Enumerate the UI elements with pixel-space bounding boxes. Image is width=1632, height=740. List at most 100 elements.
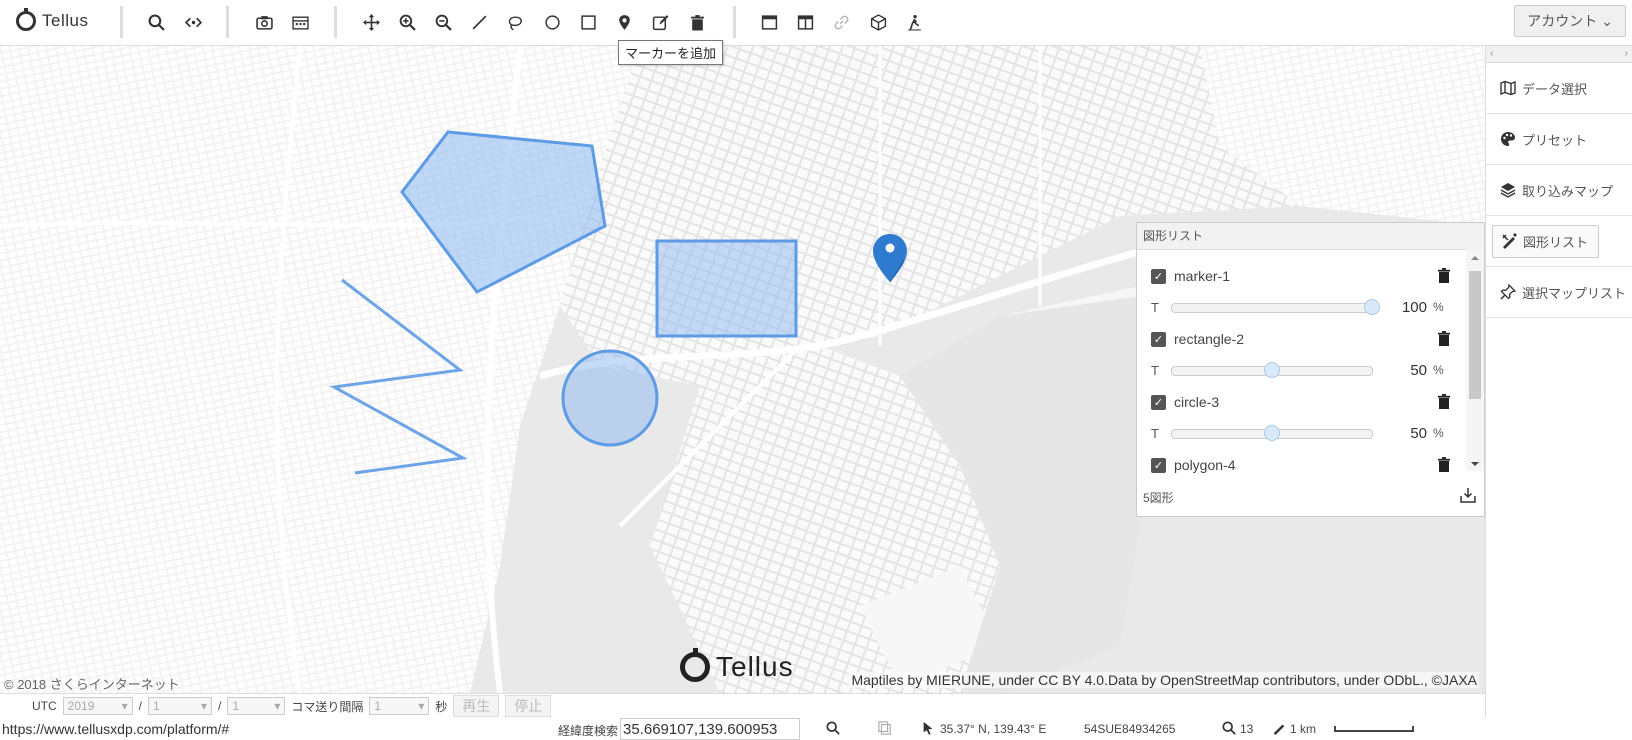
- scroll-up-icon[interactable]: [1466, 253, 1484, 263]
- coord-search-label: 経緯度検索: [558, 724, 619, 738]
- slider-thumb[interactable]: [1264, 425, 1280, 441]
- slider-thumb[interactable]: [1264, 362, 1280, 378]
- shape-name: marker-1: [1174, 268, 1231, 284]
- month-value: 1: [153, 699, 160, 713]
- shape-list-item: ✓ rectangle-2: [1151, 328, 1451, 350]
- trash-icon[interactable]: [1437, 457, 1451, 473]
- toolbar-divider: [120, 6, 123, 38]
- transparency-row: T 100 %: [1151, 296, 1471, 318]
- transparency-value: 50: [1410, 424, 1427, 442]
- single-window-icon[interactable]: [756, 9, 782, 35]
- tellus-logo-text: Tellus: [42, 11, 89, 30]
- visibility-checkbox[interactable]: ✓: [1151, 331, 1166, 347]
- scroll-down-icon[interactable]: [1466, 459, 1484, 469]
- interval-select[interactable]: 1 ▾: [369, 697, 430, 715]
- slider-thumb[interactable]: [1364, 299, 1380, 315]
- trash-icon[interactable]: [1437, 394, 1451, 410]
- delete-shape-icon[interactable]: [684, 9, 710, 35]
- percent-unit: %: [1433, 426, 1444, 440]
- transparency-slider[interactable]: [1171, 425, 1373, 441]
- day-value: 1: [232, 699, 240, 713]
- 3d-cube-icon[interactable]: [865, 9, 891, 35]
- street-view-icon[interactable]: [901, 9, 927, 35]
- zoom-in-icon[interactable]: [394, 9, 420, 35]
- search-icon[interactable]: [826, 721, 840, 735]
- tellus-map-logo-text: Tellus: [716, 651, 794, 682]
- map-attribution[interactable]: Maptiles by MIERUNE, under CC BY 4.0.Dat…: [849, 672, 1479, 688]
- collapse-left-icon[interactable]: ‹: [1490, 46, 1493, 62]
- month-select[interactable]: 1 ▾: [148, 697, 213, 715]
- trash-icon[interactable]: [1437, 331, 1451, 347]
- transparency-slider[interactable]: [1171, 299, 1380, 315]
- scale-label: 1 km: [1290, 722, 1317, 736]
- code-eye-icon[interactable]: [180, 9, 206, 35]
- add-marker-icon[interactable]: [611, 9, 637, 35]
- stop-button[interactable]: 停止: [505, 695, 552, 717]
- shape-name: circle-3: [1174, 394, 1220, 410]
- sidebar-item-imported-maps[interactable]: 取り込みマップ: [1486, 165, 1632, 216]
- lasso-tool-icon[interactable]: [502, 9, 528, 35]
- camera-icon[interactable]: [251, 9, 277, 35]
- right-sidebar: ‹ › データ選択 プリセット 取り込みマップ 図形リスト 選択マップリスト: [1485, 46, 1632, 740]
- transparency-row: T 50 %: [1151, 422, 1471, 444]
- visibility-checkbox[interactable]: ✓: [1151, 268, 1166, 284]
- date-separator: /: [218, 699, 222, 713]
- shape-list-item: ✓ polygon-4: [1151, 454, 1451, 476]
- edit-shape-icon[interactable]: [647, 9, 673, 35]
- year-select[interactable]: 2019 ▾: [62, 697, 133, 715]
- tellus-map-logo: Tellus: [680, 648, 794, 683]
- toolbar-divider: [226, 6, 229, 38]
- pan-icon[interactable]: [358, 9, 384, 35]
- sidebar-item-label: 選択マップリスト: [1522, 285, 1627, 301]
- circle-shape[interactable]: [561, 349, 659, 447]
- tellus-logo-mark: [16, 8, 36, 31]
- calendar-icon[interactable]: [287, 9, 313, 35]
- transparency-value: 100: [1401, 298, 1427, 316]
- cursor-coordinates: 35.37° N, 139.43° E: [940, 722, 1047, 736]
- sidebar-item-label: データ選択: [1522, 81, 1588, 97]
- visibility-checkbox[interactable]: ✓: [1151, 394, 1166, 410]
- transparency-label: T: [1151, 362, 1159, 378]
- visibility-checkbox[interactable]: ✓: [1151, 457, 1166, 473]
- collapse-right-icon[interactable]: ›: [1625, 46, 1628, 62]
- export-icon[interactable]: [1460, 487, 1476, 503]
- play-button[interactable]: 再生: [453, 695, 500, 717]
- shape-name: rectangle-2: [1174, 331, 1245, 347]
- seconds-label: 秒: [435, 699, 448, 714]
- shape-list-scrollbar[interactable]: [1466, 249, 1484, 471]
- zoom-out-icon[interactable]: [430, 9, 456, 35]
- copy-icon[interactable]: [878, 721, 892, 735]
- interval-label: コマ送り間隔: [291, 699, 364, 714]
- tellus-logo[interactable]: Tellus: [16, 6, 88, 36]
- zoom-level-icon: [1222, 721, 1236, 735]
- coord-search-input[interactable]: [620, 718, 800, 740]
- map-icon: [1500, 80, 1516, 96]
- shape-list-item: ✓ circle-3: [1151, 391, 1451, 413]
- shape-list-item: ✓ marker-1: [1151, 265, 1451, 287]
- sidebar-item-selected-map-list[interactable]: 選択マップリスト: [1486, 267, 1632, 318]
- search-icon[interactable]: [143, 9, 169, 35]
- rectangle-tool-icon[interactable]: [575, 9, 601, 35]
- scrollbar-thumb[interactable]: [1469, 271, 1481, 399]
- split-window-icon[interactable]: [792, 9, 818, 35]
- sidebar-item-label: プリセット: [1522, 132, 1588, 148]
- transparency-label: T: [1151, 299, 1159, 315]
- trash-icon[interactable]: [1437, 268, 1451, 284]
- transparency-slider[interactable]: [1171, 362, 1373, 378]
- sidebar-item-shape-list[interactable]: 図形リスト: [1486, 216, 1632, 267]
- date-separator: /: [138, 699, 143, 713]
- cursor-icon: [923, 721, 933, 735]
- sidebar-item-preset[interactable]: プリセット: [1486, 114, 1632, 165]
- shape-list-panel: 図形リスト ✓ marker-1 T 100 % ✓ rectangle-2 T…: [1136, 222, 1485, 517]
- sidebar-item-label: 図形リスト: [1523, 234, 1589, 250]
- rectangle-shape[interactable]: [655, 239, 798, 338]
- account-button[interactable]: アカウント ⌄: [1514, 5, 1626, 37]
- sidebar-item-data-select[interactable]: データ選択: [1486, 63, 1632, 114]
- sidebar-collapse-bar[interactable]: ‹ ›: [1486, 46, 1632, 63]
- line-tool-icon[interactable]: [466, 9, 492, 35]
- transparency-value: 50: [1410, 361, 1427, 379]
- circle-tool-icon[interactable]: [539, 9, 565, 35]
- link-icon[interactable]: [828, 9, 854, 35]
- day-select[interactable]: 1 ▾: [227, 697, 286, 715]
- percent-unit: %: [1433, 363, 1444, 377]
